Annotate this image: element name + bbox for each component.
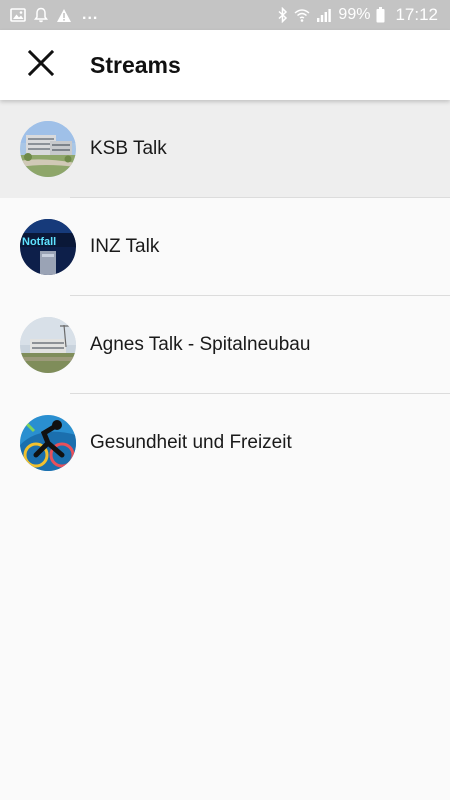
wifi-icon [294, 8, 310, 23]
avatar-notfall-text: Notfall [22, 236, 56, 248]
page-title: Streams [90, 52, 181, 78]
stream-list: KSB Talk Notfall INZ Talk Agnes Talk - S… [0, 100, 450, 492]
stream-item-agnes-talk[interactable]: Agnes Talk - Spitalneubau [0, 296, 450, 394]
close-button[interactable] [18, 42, 64, 88]
avatar [20, 415, 76, 471]
warning-icon [56, 8, 72, 23]
screen: ... 99% 17:12 Streams KSB Talk Notfall I… [0, 0, 450, 800]
status-bar-system: 99% 17:12 [278, 0, 438, 30]
stream-item-inz-talk[interactable]: Notfall INZ Talk [0, 198, 450, 296]
avatar: Notfall [20, 219, 76, 275]
stream-label: Agnes Talk - Spitalneubau [90, 334, 311, 355]
image-icon [10, 8, 26, 22]
app-bar: Streams [0, 30, 450, 100]
battery-percent: 99% [338, 6, 371, 23]
signal-icon [316, 8, 332, 22]
stream-item-gesundheit-und-freizeit[interactable]: Gesundheit und Freizeit [0, 394, 450, 492]
bell-icon [34, 7, 48, 23]
stream-item-ksb-talk[interactable]: KSB Talk [0, 100, 450, 198]
stream-label: Gesundheit und Freizeit [90, 432, 292, 453]
more-notifications-indicator: ... [82, 6, 99, 23]
avatar [20, 317, 76, 373]
battery-icon [376, 7, 385, 23]
stream-label: KSB Talk [90, 138, 167, 159]
status-bar: ... 99% 17:12 [0, 0, 450, 30]
bluetooth-icon [278, 7, 288, 23]
clock: 17:12 [395, 5, 438, 24]
close-icon [27, 49, 55, 81]
status-bar-notifications: ... [10, 0, 98, 30]
stream-label: INZ Talk [90, 236, 160, 257]
avatar [20, 121, 76, 177]
